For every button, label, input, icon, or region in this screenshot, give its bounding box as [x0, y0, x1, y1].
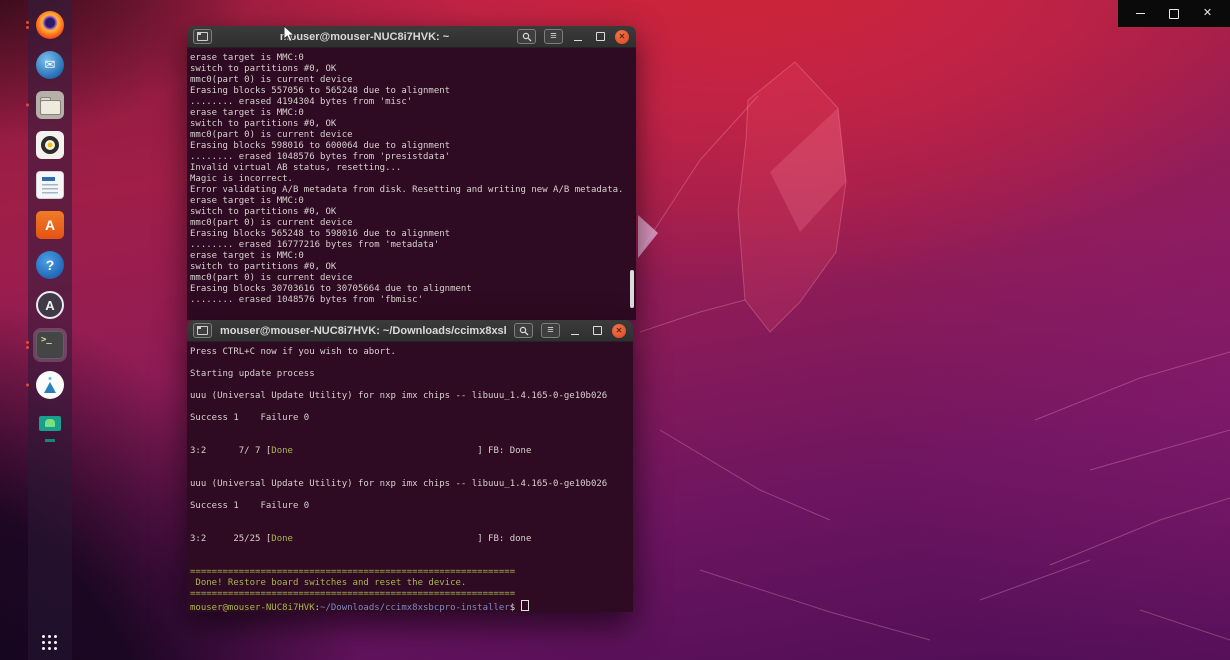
dock-item-writer[interactable] [33, 168, 67, 202]
help-icon: ? [36, 251, 64, 279]
maximize-icon [596, 32, 605, 41]
close-icon: ✕ [1203, 8, 1212, 19]
terminal-top-content[interactable]: erase target is MMC:0switch to partition… [187, 48, 636, 320]
minimize-icon [1136, 13, 1145, 14]
hamburger-menu-icon: ≡ [547, 325, 553, 336]
maximize-button[interactable] [593, 30, 607, 44]
minimize-icon [574, 40, 582, 41]
minimize-icon [571, 334, 579, 335]
window-indicator-dots [26, 341, 29, 349]
maximize-icon [593, 326, 602, 335]
close-button[interactable]: ✕ [612, 324, 626, 338]
terminal-bottom-content[interactable]: Press CTRL+C now if you wish to abort. S… [187, 342, 633, 612]
hamburger-menu-icon: ≡ [550, 31, 556, 42]
menu-button[interactable]: ≡ [541, 323, 560, 338]
search-icon [522, 32, 532, 42]
terminal-top-title: mouser@mouser-NUC8i7HVK: ~ [220, 31, 509, 43]
terminal-window-top: mouser@mouser-NUC8i7HVK: ~ ≡ ✕ erase tar… [187, 26, 636, 320]
dock-item-help[interactable]: ? [33, 248, 67, 282]
dock-item-a-circle[interactable]: A [33, 288, 67, 322]
search-icon [519, 326, 529, 336]
dock-item-thunderbird[interactable]: ✉ [33, 48, 67, 82]
dock-item-firefox[interactable] [33, 8, 67, 42]
new-window-icon [197, 326, 208, 335]
show-applications-button[interactable] [42, 635, 59, 652]
dock-item-files[interactable] [33, 88, 67, 122]
android-emulator-icon [36, 411, 64, 439]
terminal-window-bottom: mouser@mouser-NUC8i7HVK: ~/Downloads/cci… [187, 320, 633, 612]
rhythmbox-icon [36, 131, 64, 159]
firefox-icon [36, 11, 64, 39]
host-close-button[interactable]: ✕ [1197, 5, 1219, 23]
dock-item-software[interactable]: A [33, 208, 67, 242]
dock-item-terminal[interactable]: >_ [33, 328, 67, 362]
files-icon [36, 91, 64, 119]
menu-button[interactable]: ≡ [544, 29, 563, 44]
minimize-button[interactable] [571, 30, 585, 44]
a-circle-icon: A [36, 291, 64, 319]
new-window-button[interactable] [193, 323, 212, 338]
terminal-cursor [521, 600, 529, 611]
close-icon: ✕ [616, 326, 623, 335]
host-window-controls: ✕ [1118, 0, 1230, 27]
host-maximize-button[interactable] [1163, 5, 1185, 23]
maximize-icon [1169, 9, 1179, 19]
dock-item-rhythmbox[interactable] [33, 128, 67, 162]
thunderbird-icon: ✉ [36, 51, 64, 79]
new-window-button[interactable] [193, 29, 212, 44]
host-minimize-button[interactable] [1130, 5, 1152, 23]
close-icon: ✕ [619, 32, 626, 41]
dock-item-android-studio[interactable] [33, 368, 67, 402]
search-button[interactable] [514, 323, 533, 338]
mouse-cursor [283, 25, 296, 43]
window-indicator-dots [26, 21, 29, 29]
window-indicator-dots [26, 384, 29, 387]
close-button[interactable]: ✕ [615, 30, 629, 44]
new-window-icon [197, 32, 208, 41]
terminal-bottom-titlebar[interactable]: mouser@mouser-NUC8i7HVK: ~/Downloads/cci… [187, 320, 633, 342]
minimize-button[interactable] [568, 324, 582, 338]
software-icon: A [36, 211, 64, 239]
dock-item-android-emulator[interactable] [33, 408, 67, 442]
maximize-button[interactable] [590, 324, 604, 338]
terminal-icon: >_ [36, 331, 64, 359]
terminal-top-titlebar[interactable]: mouser@mouser-NUC8i7HVK: ~ ≡ ✕ [187, 26, 636, 48]
ubuntu-dock: ✉ A? A >_ [28, 0, 72, 660]
terminal-bottom-title: mouser@mouser-NUC8i7HVK: ~/Downloads/cci… [220, 325, 506, 337]
window-indicator-dots [26, 104, 29, 107]
search-button[interactable] [517, 29, 536, 44]
scrollbar-thumb[interactable] [630, 270, 634, 308]
android-studio-icon [36, 371, 64, 399]
writer-icon [36, 171, 64, 199]
